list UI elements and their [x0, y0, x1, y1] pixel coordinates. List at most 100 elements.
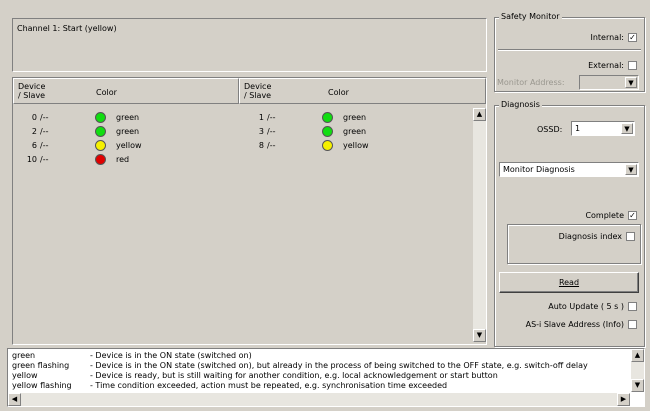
legend-vscrollbar[interactable]: ▲ ▼	[631, 349, 644, 392]
safety-monitor-group: Safety Monitor Internal: ✓ External: Mon…	[494, 12, 645, 92]
safety-monitor-divider	[498, 49, 641, 51]
legend-item: yellow - Device is ready, but is still wa…	[12, 371, 627, 381]
color-legend-panel: green - Device is in the ON state (switch…	[7, 348, 645, 407]
ossd-label: OSSD:	[537, 125, 563, 134]
read-button-label: Read	[558, 278, 580, 287]
table-row: 8/-- yellow	[240, 139, 465, 153]
table-header-left: Device / Slave Color	[13, 78, 239, 104]
legend-term: yellow flashing	[12, 381, 72, 390]
header-color-right: Color	[328, 88, 349, 97]
diagnosis-index-label: Diagnosis index	[558, 232, 622, 241]
status-led-icon	[322, 126, 333, 137]
scroll-down-button[interactable]: ▼	[631, 379, 644, 392]
complete-checkbox[interactable]: ✓	[628, 211, 637, 220]
chevron-down-icon[interactable]: ▼	[621, 123, 633, 134]
table-row: 0/-- green	[13, 111, 238, 125]
diagnosis-mode-select[interactable]: Monitor Diagnosis ▼	[499, 162, 639, 177]
scroll-up-button[interactable]: ▲	[473, 108, 486, 121]
slave-number: /--	[267, 113, 276, 122]
slave-number: /--	[267, 127, 276, 136]
header-device-line2: / Slave	[244, 91, 272, 100]
legend-term: yellow	[12, 371, 38, 380]
color-name: red	[116, 155, 130, 164]
auto-update-checkbox[interactable]	[628, 302, 637, 311]
legend-item: yellow flashing - Time condition exceeded…	[12, 381, 627, 391]
asi-slave-address-label: AS-i Slave Address (Info)	[525, 320, 624, 329]
table-row: 3/-- green	[240, 125, 465, 139]
legend-list: green - Device is in the ON state (switch…	[12, 351, 627, 391]
status-led-icon	[95, 140, 106, 151]
chevron-down-icon[interactable]: ▼	[625, 77, 637, 88]
slave-number: /--	[40, 113, 49, 122]
legend-description: - Device is in the ON state (switched on…	[90, 361, 588, 370]
diagnosis-mode-value: Monitor Diagnosis	[503, 165, 575, 174]
status-led-icon	[95, 154, 106, 165]
table-row: 2/-- green	[13, 125, 238, 139]
asi-slave-address-checkbox[interactable]	[628, 320, 637, 329]
table-body: 0/-- green 2/-- green 6/-- yellow 10/-- red 1/-…	[13, 108, 473, 342]
color-name: green	[343, 113, 367, 122]
legend-term: green flashing	[12, 361, 70, 370]
status-led-icon	[322, 112, 333, 123]
color-name: green	[116, 127, 140, 136]
legend-hscrollbar[interactable]: ◀ ▶	[8, 393, 630, 406]
table-row: 10/-- red	[13, 153, 238, 167]
external-checkbox[interactable]	[628, 61, 637, 70]
table-row: 1/-- green	[240, 111, 465, 125]
status-led-icon	[95, 126, 106, 137]
diagnosis-group: Diagnosis OSSD: 1 ▼ Monitor Diagnosis ▼ …	[494, 100, 645, 347]
header-device-line2: / Slave	[18, 91, 46, 100]
table-row: 6/-- yellow	[13, 139, 238, 153]
device-number: 1	[258, 113, 264, 122]
device-table: Device / Slave Color Device / Slave Colo…	[12, 77, 487, 345]
scroll-down-button[interactable]: ▼	[473, 329, 486, 342]
status-led-icon	[322, 140, 333, 151]
channel-status-title: Channel 1: Start (yellow)	[17, 24, 117, 33]
internal-checkbox[interactable]: ✓	[628, 33, 637, 42]
external-label: External:	[588, 61, 624, 70]
scroll-right-button[interactable]: ▶	[617, 393, 630, 406]
device-number: 0	[31, 113, 37, 122]
internal-label: Internal:	[590, 33, 624, 42]
auto-update-label: Auto Update ( 5 s )	[548, 302, 624, 311]
legend-item: green - Device is in the ON state (switch…	[12, 351, 627, 361]
header-device-line1: Device	[18, 82, 46, 91]
table-header-right: Device / Slave Color	[239, 78, 486, 104]
slave-number: /--	[40, 155, 49, 164]
color-name: yellow	[116, 141, 142, 150]
ossd-value: 1	[575, 124, 581, 133]
header-device-line1: Device	[244, 82, 272, 91]
safety-monitor-title: Safety Monitor	[499, 12, 562, 21]
device-number: 8	[258, 141, 264, 150]
ossd-select[interactable]: 1 ▼	[571, 121, 635, 136]
slave-number: /--	[40, 141, 49, 150]
monitor-address-select[interactable]: ▼	[579, 75, 639, 90]
diagnosis-title: Diagnosis	[499, 100, 542, 109]
color-name: yellow	[343, 141, 369, 150]
header-device-left: Device / Slave	[18, 82, 45, 100]
monitor-address-label: Monitor Address:	[497, 78, 565, 87]
scroll-left-button[interactable]: ◀	[8, 393, 21, 406]
header-color-left: Color	[96, 88, 117, 97]
header-device-right: Device / Slave	[244, 82, 271, 100]
diagnosis-index-checkbox[interactable]	[626, 232, 635, 241]
device-number: 2	[31, 127, 37, 136]
diagnosis-index-box: Diagnosis index	[507, 224, 641, 264]
channel-status-panel: Channel 1: Start (yellow)	[12, 18, 487, 72]
table-scrollbar[interactable]: ▲ ▼	[473, 108, 486, 342]
color-name: green	[116, 113, 140, 122]
status-led-icon	[95, 112, 106, 123]
chevron-down-icon[interactable]: ▼	[625, 164, 637, 175]
slave-number: /--	[267, 141, 276, 150]
device-number: 3	[258, 127, 264, 136]
device-number: 10	[26, 155, 37, 164]
color-name: green	[343, 127, 367, 136]
scroll-up-button[interactable]: ▲	[631, 349, 644, 362]
device-number: 6	[31, 141, 37, 150]
read-button[interactable]: Read	[499, 272, 639, 293]
complete-label: Complete	[585, 211, 624, 220]
legend-description: - Device is ready, but is still waiting …	[90, 371, 498, 380]
slave-number: /--	[40, 127, 49, 136]
legend-description: - Device is in the ON state (switched on…	[90, 351, 252, 360]
legend-description: - Time condition exceeded, action must b…	[90, 381, 448, 390]
